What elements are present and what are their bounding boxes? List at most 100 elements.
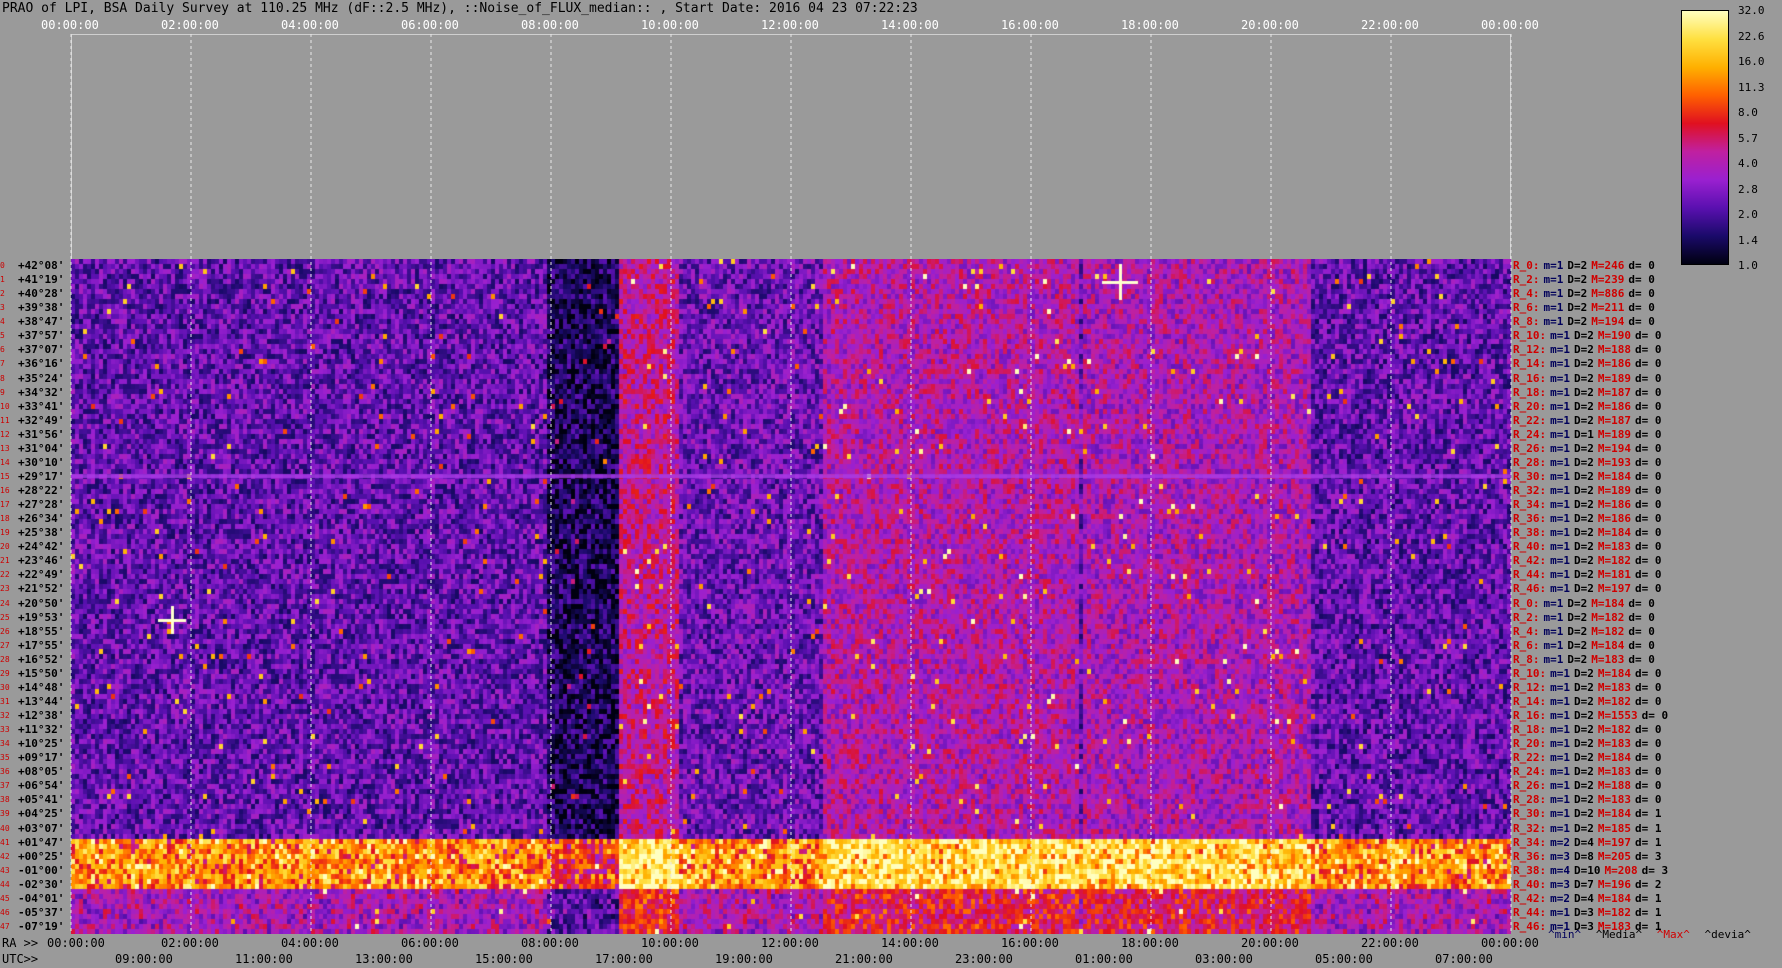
ra-tick-label: 06:00:00 bbox=[401, 936, 459, 950]
row-stat-devia: d= 0 bbox=[1628, 259, 1655, 272]
declination-index: 35 bbox=[0, 753, 10, 763]
declination-label: +37°07' bbox=[18, 343, 65, 357]
colorbar-tick-label: 1.0 bbox=[1738, 259, 1758, 272]
row-stat-devia: d= 0 bbox=[1635, 357, 1662, 371]
declination-label: +11°32' bbox=[18, 723, 65, 737]
row-stat-devia: d= 0 bbox=[1635, 371, 1662, 385]
ra-tick-label: 08:00:00 bbox=[521, 936, 579, 950]
utc-tick-label: 07:00:00 bbox=[1435, 952, 1493, 966]
declination-label: +21°52' bbox=[18, 582, 65, 596]
row-stat-min: m=1 bbox=[1550, 329, 1570, 343]
ra-tick-label: 22:00:00 bbox=[1361, 936, 1419, 950]
row-stat-max: M=184 bbox=[1597, 526, 1631, 540]
row-stat-line: R_8: m=1 D=2 M=194 d= 0 bbox=[1513, 315, 1659, 328]
row-stat-line: R_24: m=1 D=1 M=189 d= 0 bbox=[1513, 428, 1666, 441]
utc-tick-label: 15:00:00 bbox=[475, 952, 533, 966]
row-stat-max: M=205 bbox=[1597, 849, 1631, 863]
row-stat-max: M=184 bbox=[1591, 596, 1625, 610]
declination-index: 8 bbox=[0, 373, 5, 383]
row-stat-name: R_10: bbox=[1513, 666, 1547, 680]
top-tick-label: 06:00:00 bbox=[401, 18, 459, 32]
row-stat-line: R_4: m=1 D=2 M=886 d= 0 bbox=[1513, 287, 1659, 300]
row-stat-name: R_28: bbox=[1513, 793, 1547, 807]
declination-label: +05°41' bbox=[18, 793, 65, 807]
declination-index: 23 bbox=[0, 584, 10, 594]
row-stat-median: D=2 bbox=[1574, 371, 1594, 385]
declination-index: 18 bbox=[0, 514, 10, 524]
declination-label: +04°25' bbox=[18, 807, 65, 821]
declination-index: 12 bbox=[0, 429, 10, 439]
row-stat-min: m=1 bbox=[1543, 301, 1564, 315]
declination-label: +31°56' bbox=[18, 427, 65, 441]
row-stat-max: M=194 bbox=[1591, 315, 1625, 329]
row-stat-devia: d= 1 bbox=[1635, 891, 1662, 905]
row-stat-median: D=3 bbox=[1574, 905, 1594, 919]
row-stat-max: M=886 bbox=[1591, 287, 1625, 301]
row-stat-median: D=2 bbox=[1567, 287, 1588, 301]
ra-tick-label: 14:00:00 bbox=[881, 936, 939, 950]
row-stat-line: R_26: m=1 D=2 M=188 d= 0 bbox=[1513, 779, 1666, 792]
top-tick-label: 04:00:00 bbox=[281, 18, 339, 32]
row-stat-min: m=1 bbox=[1550, 751, 1570, 765]
row-stat-min: m=1 bbox=[1550, 427, 1570, 441]
row-stat-median: D=2 bbox=[1574, 399, 1594, 413]
row-stat-devia: d= 1 bbox=[1635, 835, 1662, 849]
declination-label: +30°10' bbox=[18, 455, 65, 469]
row-stat-median: D=10 bbox=[1574, 863, 1601, 877]
row-stat-name: R_6: bbox=[1513, 301, 1540, 315]
row-stat-devia: d= 1 bbox=[1635, 807, 1662, 821]
row-stat-devia: d= 0 bbox=[1635, 540, 1662, 554]
declination-label: +14°48' bbox=[18, 680, 65, 694]
row-stat-max: M=246 bbox=[1591, 259, 1625, 272]
row-stat-median: D=2 bbox=[1574, 779, 1594, 793]
top-tick-label: 16:00:00 bbox=[1001, 18, 1059, 32]
row-stat-name: R_24: bbox=[1513, 765, 1547, 779]
row-stat-max: M=187 bbox=[1597, 413, 1631, 427]
utc-axis-prefix: UTC>> bbox=[2, 952, 39, 966]
declination-label: +12°38' bbox=[18, 709, 65, 722]
row-stat-line: R_10: m=1 D=2 M=190 d= 0 bbox=[1513, 329, 1666, 342]
declination-index: 15 bbox=[0, 471, 10, 481]
row-stat-min: m=1 bbox=[1550, 554, 1570, 568]
row-stat-devia: d= 0 bbox=[1635, 582, 1662, 596]
declination-label: +32°49' bbox=[18, 413, 65, 427]
ra-tick-label: 18:00:00 bbox=[1121, 936, 1179, 950]
colorbar-tick-label: 1.4 bbox=[1738, 233, 1758, 247]
row-stat-median: D=2 bbox=[1574, 568, 1594, 582]
declination-label: -04°01' bbox=[18, 891, 65, 905]
declination-label: +19°53' bbox=[18, 610, 65, 624]
row-stat-max: M=184 bbox=[1597, 807, 1631, 821]
row-stat-name: R_26: bbox=[1513, 441, 1547, 455]
row-stat-min: m=1 bbox=[1543, 638, 1564, 652]
row-stat-median: D=2 bbox=[1574, 694, 1594, 708]
declination-index: 36 bbox=[0, 767, 10, 777]
row-stat-min: m=1 bbox=[1550, 357, 1570, 371]
row-stat-devia: d= 0 bbox=[1635, 765, 1662, 779]
declination-index: 33 bbox=[0, 725, 10, 735]
row-stat-name: R_20: bbox=[1513, 737, 1547, 751]
row-stat-min: m=1 bbox=[1550, 737, 1570, 751]
top-tick-label: 12:00:00 bbox=[761, 18, 819, 32]
row-stat-name: R_22: bbox=[1513, 413, 1547, 427]
row-stat-line: R_18: m=1 D=2 M=182 d= 0 bbox=[1513, 723, 1666, 736]
declination-label: +31°04' bbox=[18, 441, 65, 455]
declination-label: +27°28' bbox=[18, 498, 65, 512]
declination-label: +28°22' bbox=[18, 484, 65, 497]
row-stat-devia: d= 3 bbox=[1641, 863, 1669, 877]
declination-index: 32 bbox=[0, 711, 10, 720]
row-stat-name: R_4: bbox=[1513, 287, 1540, 301]
declination-label: +34°32' bbox=[18, 385, 65, 399]
top-tick-label: 02:00:00 bbox=[161, 18, 219, 32]
row-stat-name: R_2: bbox=[1513, 610, 1540, 624]
row-stat-max: M=184 bbox=[1597, 751, 1631, 765]
row-stat-median: D=2 bbox=[1574, 343, 1594, 357]
declination-index: 13 bbox=[0, 443, 10, 453]
row-stat-min: m=1 bbox=[1550, 498, 1570, 512]
declination-index: 21 bbox=[0, 556, 10, 566]
row-stat-min: m=1 bbox=[1550, 793, 1570, 807]
row-stat-line: R_12: m=1 D=2 M=188 d= 0 bbox=[1513, 343, 1666, 356]
declination-index: 16 bbox=[0, 486, 10, 495]
row-stat-max: M=183 bbox=[1591, 652, 1625, 666]
row-stat-median: D=2 bbox=[1574, 385, 1594, 399]
row-stat-min: m=3 bbox=[1550, 849, 1570, 863]
